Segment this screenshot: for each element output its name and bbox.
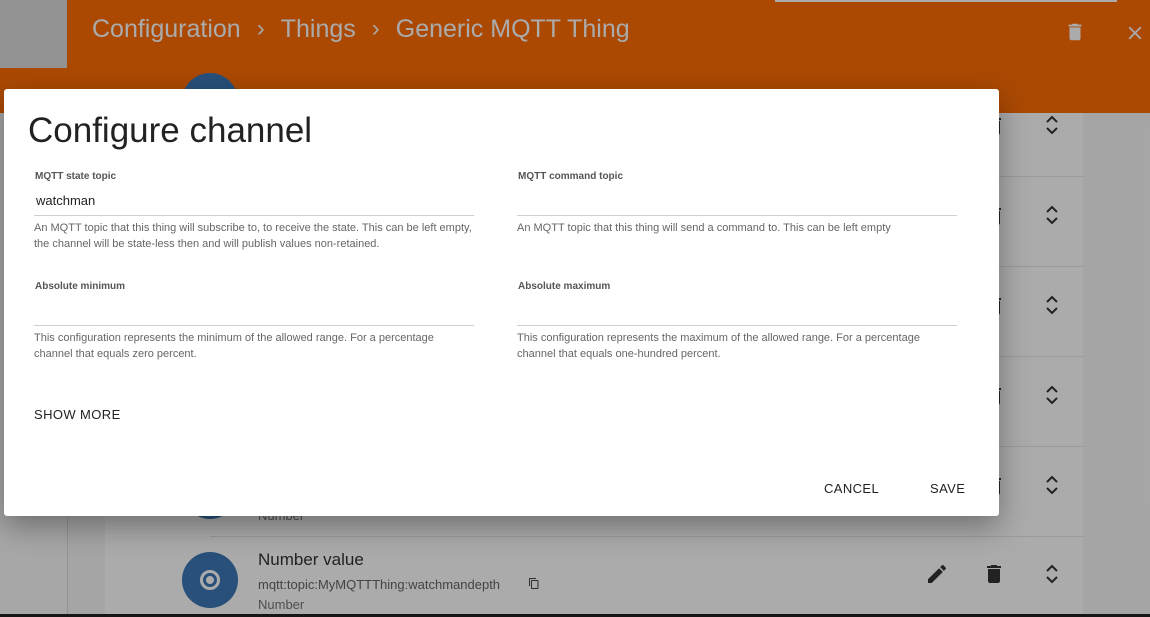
state-topic-input[interactable]: watchman xyxy=(36,193,95,208)
field-help: This configuration represents the minimu… xyxy=(34,332,434,360)
save-button[interactable]: SAVE xyxy=(930,481,965,496)
input-underline xyxy=(517,215,957,216)
configure-channel-dialog: Configure channel MQTT state topic watch… xyxy=(4,89,999,516)
input-underline xyxy=(34,325,474,326)
input-underline xyxy=(34,215,474,216)
show-more-button[interactable]: SHOW MORE xyxy=(34,407,121,422)
input-underline xyxy=(517,325,957,326)
field-label: MQTT command topic xyxy=(518,171,623,182)
field-help: This configuration represents the maximu… xyxy=(517,332,920,360)
field-help: An MQTT topic that this thing will subsc… xyxy=(34,222,472,250)
field-help: An MQTT topic that this thing will send … xyxy=(517,222,891,234)
dialog-title: Configure channel xyxy=(28,111,313,150)
field-label: Absolute minimum xyxy=(35,281,126,292)
field-label: Absolute maximum xyxy=(518,281,611,292)
cancel-button[interactable]: CANCEL xyxy=(824,481,879,496)
field-label: MQTT state topic xyxy=(35,171,117,182)
